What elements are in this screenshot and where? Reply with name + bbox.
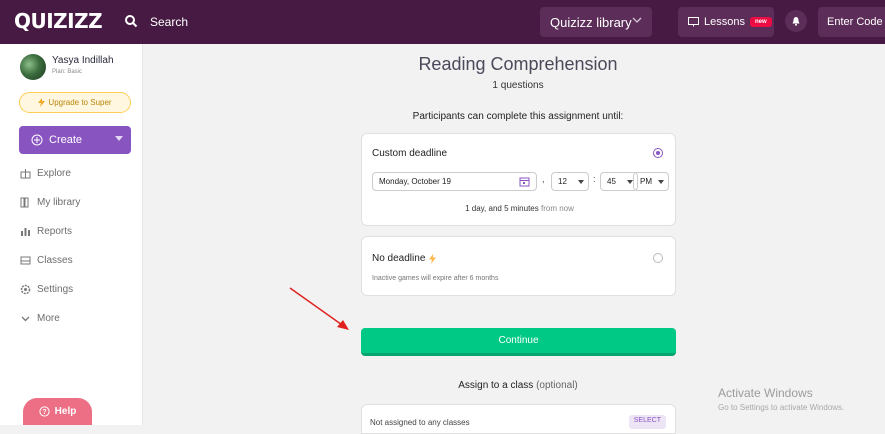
date-value: Monday, October 19	[379, 177, 451, 186]
lessons-label: Lessons	[704, 16, 745, 28]
library-select-label: Quizizz library	[550, 14, 632, 30]
library-select[interactable]: Quizizz library	[540, 7, 652, 37]
sidebar: Yasya Indillah Plan: Basic Upgrade to Su…	[0, 44, 143, 425]
explore-icon	[20, 168, 31, 178]
ampm-select[interactable]: PM	[633, 172, 669, 191]
sidebar-item-label: My library	[37, 196, 81, 208]
create-label: Create	[49, 134, 83, 146]
search-icon[interactable]	[124, 14, 138, 28]
search-input[interactable]: Search	[150, 15, 188, 29]
lightning-icon	[429, 253, 437, 264]
quizizz-logo[interactable]: QUIZIZZ	[14, 9, 103, 33]
calendar-icon	[519, 177, 530, 187]
gear-icon	[20, 284, 31, 294]
sidebar-item-label: Reports	[37, 225, 73, 237]
no-deadline-title: No deadline	[372, 253, 426, 264]
assign-class-text: Assign to a class	[458, 380, 534, 391]
custom-deadline-radio[interactable]	[653, 148, 663, 158]
top-nav-bar: QUIZIZZ Search Quizizz library Lessons n…	[0, 0, 885, 44]
sidebar-item-classes[interactable]: Classes	[20, 253, 73, 267]
page-title: Reading Comprehension	[418, 54, 618, 74]
continue-button[interactable]: Continue	[361, 328, 676, 356]
assign-optional-text: (optional)	[536, 380, 578, 391]
hour-value: 12	[558, 177, 567, 186]
custom-deadline-title: Custom deadline	[372, 148, 448, 159]
sidebar-item-label: Explore	[37, 167, 71, 179]
help-label: Help	[54, 406, 77, 417]
create-button[interactable]: Create	[19, 126, 131, 154]
colon-separator: :	[593, 174, 596, 184]
class-assignment-status: Not assigned to any classes	[370, 418, 470, 427]
lessons-button[interactable]: Lessons new	[678, 7, 774, 37]
select-class-button[interactable]: SELECT	[628, 415, 666, 429]
plus-circle-icon	[31, 134, 43, 146]
comma-separator: ,	[542, 174, 545, 184]
chevron-down-icon	[21, 316, 30, 321]
classes-icon	[20, 256, 31, 264]
library-icon	[20, 197, 29, 207]
no-deadline-title-row: No deadline	[372, 253, 437, 264]
sidebar-item-settings[interactable]: Settings	[20, 282, 73, 296]
help-icon: ?	[39, 406, 50, 417]
caret-down-icon	[658, 180, 664, 184]
sidebar-item-more[interactable]: More	[20, 311, 60, 325]
caret-down-icon	[115, 136, 123, 141]
sidebar-item-label: Classes	[37, 254, 73, 266]
question-count: 1 questions	[492, 80, 544, 91]
ampm-value: PM	[640, 177, 652, 186]
reports-icon	[21, 227, 30, 236]
monitor-icon	[688, 17, 699, 27]
hour-select[interactable]: 12	[551, 172, 589, 191]
class-assignment-box[interactable]: Not assigned to any classes SELECT	[361, 404, 676, 434]
time-from-now-bold: 1 day, and 5 minutes	[465, 204, 539, 213]
upgrade-button[interactable]: Upgrade to Super	[19, 92, 131, 113]
sidebar-item-label: More	[37, 312, 60, 324]
participants-label: Participants can complete this assignmen…	[412, 111, 624, 122]
lightning-icon	[38, 98, 46, 107]
annotation-arrow	[289, 287, 349, 330]
no-deadline-card[interactable]: No deadline Inactive games will expire a…	[361, 236, 676, 296]
sidebar-item-label: Settings	[37, 283, 74, 295]
activate-windows-subtitle: Go to Settings to activate Windows.	[718, 403, 845, 412]
time-from-now: 1 day, and 5 minutes from now	[362, 204, 677, 213]
new-badge: new	[749, 17, 772, 27]
custom-deadline-card[interactable]: Custom deadline Monday, October 19 , 12 …	[361, 133, 676, 226]
time-from-now-rest: from now	[541, 204, 574, 213]
upgrade-label: Upgrade to Super	[48, 98, 112, 107]
help-button[interactable]: ? Help	[23, 398, 92, 425]
user-plan: Plan: Basic	[52, 69, 83, 75]
caret-down-icon	[578, 180, 584, 184]
no-deadline-note: Inactive games will expire after 6 month…	[372, 275, 499, 282]
sidebar-item-reports[interactable]: Reports	[20, 224, 72, 238]
notifications-button[interactable]	[785, 10, 807, 32]
no-deadline-radio[interactable]	[653, 253, 663, 263]
avatar[interactable]	[20, 54, 46, 80]
svg-text:?: ?	[42, 409, 46, 416]
sidebar-item-my-library[interactable]: My library	[20, 195, 80, 209]
user-name: Yasya Indillah	[52, 55, 114, 66]
sidebar-item-explore[interactable]: Explore	[20, 166, 71, 180]
activate-windows-title: Activate Windows	[718, 386, 813, 400]
enter-code-button[interactable]: Enter Code	[818, 7, 885, 37]
bell-icon	[792, 17, 800, 26]
chevron-down-icon	[632, 17, 642, 23]
date-picker[interactable]: Monday, October 19	[372, 172, 537, 191]
assign-class-label: Assign to a class (optional)	[360, 380, 676, 391]
minute-value: 45	[607, 177, 616, 186]
